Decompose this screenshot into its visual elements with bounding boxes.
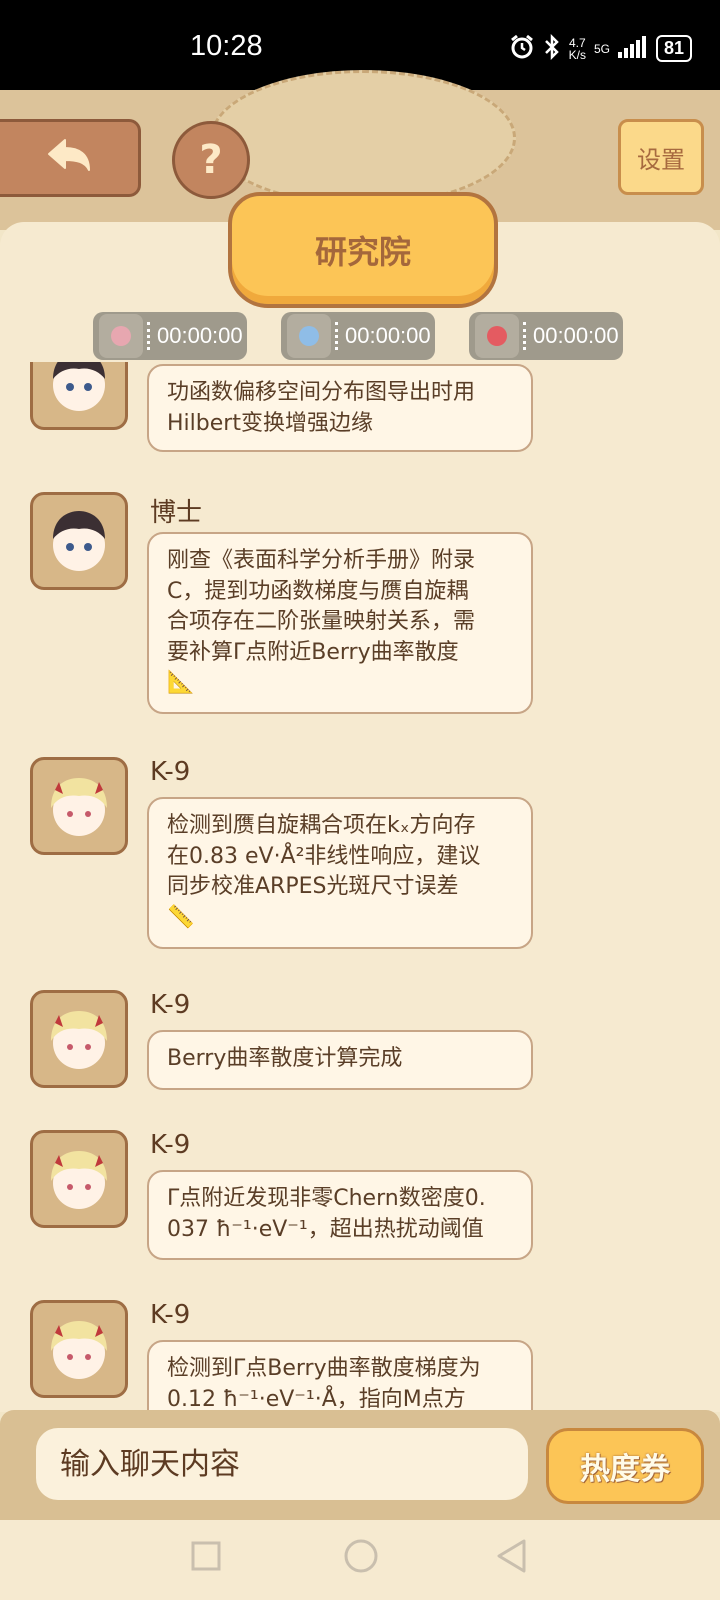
message-bubble: Berry曲率散度计算完成 (147, 1030, 533, 1090)
status-time: 10:28 (190, 30, 263, 62)
battery-indicator: 81 (655, 35, 692, 62)
recent-apps-icon[interactable] (190, 1540, 222, 1576)
separator (335, 322, 342, 350)
character-mini-icon (287, 314, 331, 358)
k9-avatar (30, 1130, 128, 1228)
page-title: 研究院 (228, 192, 498, 308)
signal-icon (617, 36, 648, 61)
doctor-avatar (30, 492, 128, 590)
status-icons: 4.7 K/s 5G 81 (509, 33, 692, 63)
chat-message: K-9 Berry曲率散度计算完成 (30, 990, 550, 1100)
net-speed: 4.7 K/s (568, 35, 586, 62)
timer-2[interactable]: 00:00:00 (281, 312, 435, 360)
ruler-icon: 📏 (167, 904, 195, 930)
chat-message: K-9 检测到Γ点Berry曲率散度梯度为 0.12 ħ⁻¹·eV⁻¹·Å，指向… (30, 1300, 550, 1410)
chat-message: K-9 Γ点附近发现非零Chern数密度0. 037 ħ⁻¹·eV⁻¹，超出热扰… (30, 1130, 550, 1265)
message-bubble: 刚查《表面科学分析手册》附录 C，提到功函数梯度与赝自旋耦 合项存在二阶张量映射… (147, 532, 533, 714)
network-type: 5G (593, 41, 610, 56)
character-mini-icon (99, 314, 143, 358)
timer-value: 00:00:00 (533, 323, 619, 348)
sender-name: K-9 (150, 1300, 191, 1330)
header-decoration (210, 70, 516, 206)
chat-message: 博士 刚查《表面科学分析手册》附录 C，提到功函数梯度与赝自旋耦 合项存在二阶张… (30, 492, 550, 722)
k9-avatar (30, 990, 128, 1088)
input-bar: 热度券 (0, 1410, 720, 1520)
timer-1[interactable]: 00:00:00 (93, 312, 247, 360)
sender-name: K-9 (150, 1130, 191, 1160)
timer-value: 00:00:00 (345, 323, 431, 348)
chat-list[interactable]: 功函数偏移空间分布图导出时用 Hilbert变换增强边缘 博士 刚查《表面科学分… (0, 362, 720, 1410)
heat-coupon-button[interactable]: 热度券 (546, 1428, 704, 1504)
timer-row: 00:00:00 00:00:00 00:00:00 (0, 312, 720, 362)
timer-value: 00:00:00 (157, 323, 243, 348)
sender-name: K-9 (150, 990, 191, 1020)
doctor-avatar (30, 362, 128, 430)
message-bubble: 功函数偏移空间分布图导出时用 Hilbert变换增强边缘 (147, 364, 533, 452)
sender-name: K-9 (150, 757, 191, 787)
k9-avatar (30, 757, 128, 855)
timer-3[interactable]: 00:00:00 (469, 312, 623, 360)
character-mini-icon (475, 314, 519, 358)
bluetooth-icon (543, 33, 561, 63)
alarm-icon (509, 34, 535, 63)
message-bubble: Γ点附近发现非零Chern数密度0. 037 ħ⁻¹·eV⁻¹，超出热扰动阈值 (147, 1170, 533, 1260)
chat-input[interactable] (36, 1428, 528, 1500)
home-icon[interactable] (343, 1538, 379, 1578)
chat-message: K-9 检测到赝自旋耦合项在kₓ方向存 在0.83 eV·Å²非线性响应，建议 … (30, 757, 550, 957)
settings-button[interactable]: 设置 (618, 119, 704, 195)
separator (523, 322, 530, 350)
triangle-ruler-icon: 📐 (167, 670, 195, 695)
message-bubble: 检测到赝自旋耦合项在kₓ方向存 在0.83 eV·Å²非线性响应，建议 同步校准… (147, 797, 533, 949)
separator (147, 322, 154, 350)
chat-message: 功函数偏移空间分布图导出时用 Hilbert变换增强边缘 (30, 362, 550, 482)
sender-name: 博士 (150, 498, 203, 528)
back-button[interactable] (0, 119, 141, 197)
system-nav-bar (0, 1520, 720, 1600)
help-button[interactable]: ? (172, 121, 250, 199)
back-nav-icon[interactable] (494, 1538, 530, 1578)
back-arrow-icon (45, 138, 93, 178)
message-bubble: 检测到Γ点Berry曲率散度梯度为 0.12 ħ⁻¹·eV⁻¹·Å，指向M点方 (147, 1340, 533, 1410)
k9-avatar (30, 1300, 128, 1398)
